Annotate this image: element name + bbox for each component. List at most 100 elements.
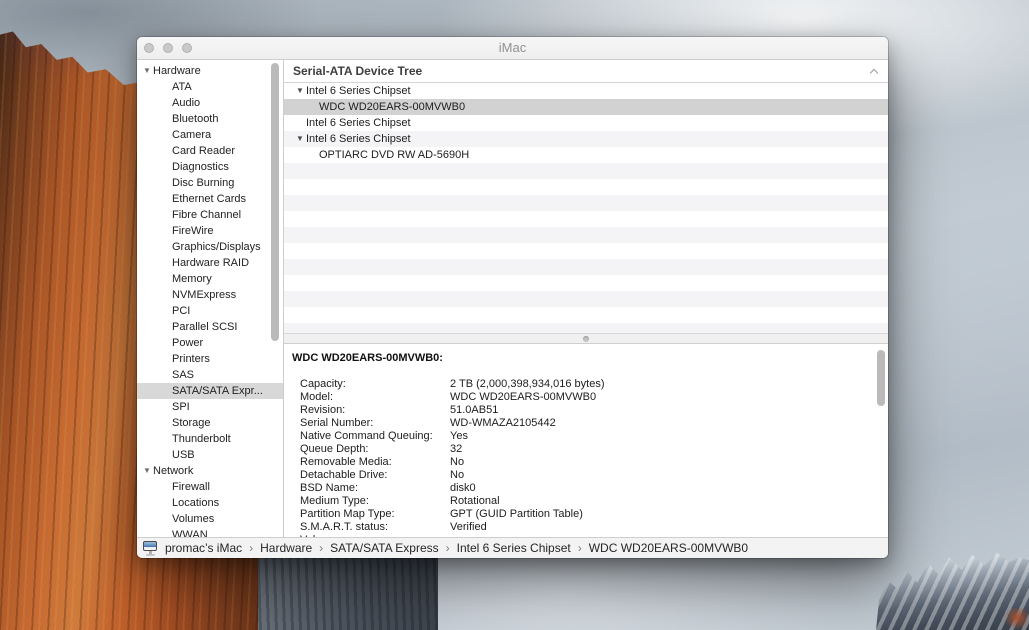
detail-row-value: Verified — [450, 521, 880, 534]
detail-row-value: GPT (GUID Partition Table) — [450, 508, 880, 521]
detail-row: Detachable Drive: No — [292, 469, 880, 482]
device-tree-row[interactable]: ▼ WDC WD20EARS-00MVWB0 — [284, 99, 888, 115]
device-tree-row[interactable]: ▼ Intel 6 Series Chipset — [284, 83, 888, 99]
sidebar-item[interactable]: ▼ Power — [137, 335, 283, 351]
disclosure-triangle-icon[interactable]: ▼ — [296, 83, 306, 99]
sidebar-item-label: Thunderbolt — [172, 433, 231, 445]
disclosure-triangle-icon[interactable]: ▼ — [143, 463, 153, 479]
breadcrumb-item[interactable]: › promac’s iMac — [165, 541, 242, 555]
sidebar-item[interactable]: ▼ Thunderbolt — [137, 431, 283, 447]
sidebar-item[interactable]: ▼ Memory — [137, 271, 283, 287]
panel-splitter[interactable] — [284, 333, 888, 344]
sidebar-item[interactable]: ▼ Network — [137, 463, 283, 479]
chevron-up-icon[interactable] — [870, 67, 879, 76]
sidebar-item-label: USB — [172, 449, 195, 461]
sidebar-item-label: Power — [172, 337, 203, 349]
sidebar-item[interactable]: ▼ Printers — [137, 351, 283, 367]
breadcrumb-item-label: promac’s iMac — [165, 541, 242, 555]
detail-row-label: Partition Map Type: — [300, 508, 450, 521]
sidebar-item-label: Network — [153, 465, 193, 477]
sidebar-item[interactable]: ▼ Disc Burning — [137, 175, 283, 191]
detail-row: Serial Number: WD-WMAZA2105442 — [292, 417, 880, 430]
sidebar-item[interactable]: ▼ Diagnostics — [137, 159, 283, 175]
detail-row: Capacity: 2 TB (2,000,398,934,016 bytes) — [292, 378, 880, 391]
sidebar-item[interactable]: ▼ SAS — [137, 367, 283, 383]
breadcrumb-items: › promac’s iMac › Hardware › SATA/SATA E… — [165, 541, 748, 555]
sidebar-item[interactable]: ▼ ATA — [137, 79, 283, 95]
sidebar-item[interactable]: ▼ Volumes — [137, 511, 283, 527]
sidebar-item-label: Fibre Channel — [172, 209, 241, 221]
device-tree-row[interactable]: ▼ OPTIARC DVD RW AD-5690H — [284, 147, 888, 163]
detail-row-label: Medium Type: — [300, 495, 450, 508]
device-tree-row[interactable]: ▼ Intel 6 Series Chipset — [284, 131, 888, 147]
breadcrumb-item-label: Hardware — [260, 541, 312, 555]
sidebar-item-label: PCI — [172, 305, 190, 317]
sidebar-item-label: Diagnostics — [172, 161, 229, 173]
detail-row-value: WD-WMAZA2105442 — [450, 417, 880, 430]
detail-row: Revision: 51.0AB51 — [292, 404, 880, 417]
sidebar-item[interactable]: ▼ Fibre Channel — [137, 207, 283, 223]
sidebar-item[interactable]: ▼ Storage — [137, 415, 283, 431]
desktop-wallpaper: iMac ▼ Hardware ▼ ATA ▼ Audio ▼ — [0, 0, 1029, 630]
titlebar[interactable]: iMac — [137, 37, 888, 60]
breadcrumb-item[interactable]: › Intel 6 Series Chipset — [439, 541, 571, 555]
detail-row-value: Rotational — [450, 495, 880, 508]
sidebar-item[interactable]: ▼ Bluetooth — [137, 111, 283, 127]
sidebar-item[interactable]: ▼ Firewall — [137, 479, 283, 495]
breadcrumb-item[interactable]: › SATA/SATA Express — [312, 541, 438, 555]
sidebar-item-label: Hardware — [153, 65, 201, 77]
sidebar-item-label: Memory — [172, 273, 212, 285]
detail-row-value: 51.0AB51 — [450, 404, 880, 417]
imac-icon — [143, 541, 159, 556]
sidebar-item-label: Ethernet Cards — [172, 193, 246, 205]
sidebar-item[interactable]: ▼ Audio — [137, 95, 283, 111]
sidebar-item[interactable]: ▼ Card Reader — [137, 143, 283, 159]
sidebar-item[interactable]: ▼ Parallel SCSI — [137, 319, 283, 335]
sidebar-item[interactable]: ▼ Graphics/Displays — [137, 239, 283, 255]
detail-row-value: 2 TB (2,000,398,934,016 bytes) — [450, 378, 880, 391]
detail-row: BSD Name: disk0 — [292, 482, 880, 495]
detail-row: Removable Media: No — [292, 456, 880, 469]
sidebar-item[interactable]: ▼ SPI — [137, 399, 283, 415]
detail-row-label: Serial Number: — [300, 417, 450, 430]
detail-rows: Capacity: 2 TB (2,000,398,934,016 bytes)… — [292, 378, 880, 538]
sidebar-item[interactable]: ▼ Hardware — [137, 63, 283, 79]
detail-row: S.M.A.R.T. status: Verified — [292, 521, 880, 534]
sidebar-item[interactable]: ▼ Ethernet Cards — [137, 191, 283, 207]
sidebar-item-label: NVMExpress — [172, 289, 236, 301]
device-tree-row-label: OPTIARC DVD RW AD-5690H — [319, 149, 469, 161]
detail-row-value: 32 — [450, 443, 880, 456]
disclosure-triangle-icon[interactable]: ▼ — [296, 131, 306, 147]
sidebar-item-label: Firewall — [172, 481, 210, 493]
device-tree-header-label: Serial-ATA Device Tree — [293, 64, 422, 78]
window-body: ▼ Hardware ▼ ATA ▼ Audio ▼ Bluetooth ▼ C… — [137, 60, 888, 538]
sidebar-item[interactable]: ▼ NVMExpress — [137, 287, 283, 303]
breadcrumb-item[interactable]: › WDC WD20EARS-00MVWB0 — [571, 541, 748, 555]
window-title: iMac — [137, 37, 888, 59]
sidebar-item[interactable]: ▼ USB — [137, 447, 283, 463]
detail-row: Partition Map Type: GPT (GUID Partition … — [292, 508, 880, 521]
device-tree-row-label: Intel 6 Series Chipset — [306, 133, 411, 145]
sidebar-item-label: Card Reader — [172, 145, 235, 157]
detail-row-label: Capacity: — [300, 378, 450, 391]
sidebar-item-label: Disc Burning — [172, 177, 234, 189]
device-tree-row[interactable]: ▼ Intel 6 Series Chipset — [284, 115, 888, 131]
disclosure-triangle-icon[interactable]: ▼ — [143, 63, 153, 79]
sidebar-category-tree: ▼ Hardware ▼ ATA ▼ Audio ▼ Bluetooth ▼ C… — [137, 60, 284, 538]
breadcrumb-item-label: SATA/SATA Express — [330, 541, 438, 555]
detail-row-label: Model: — [300, 391, 450, 404]
detail-row-label: BSD Name: — [300, 482, 450, 495]
detail-row-value: WDC WD20EARS-00MVWB0 — [450, 391, 880, 404]
breadcrumb-item[interactable]: › Hardware — [242, 541, 312, 555]
sidebar-item[interactable]: ▼ SATA/SATA Expr... — [137, 383, 283, 399]
detail-scrollbar-thumb[interactable] — [877, 350, 885, 406]
breadcrumb-item-label: WDC WD20EARS-00MVWB0 — [589, 541, 748, 555]
sidebar-item[interactable]: ▼ Camera — [137, 127, 283, 143]
sidebar-scrollbar-thumb[interactable] — [271, 63, 279, 341]
sidebar-item[interactable]: ▼ PCI — [137, 303, 283, 319]
sidebar-item[interactable]: ▼ Hardware RAID — [137, 255, 283, 271]
detail-row-value: No — [450, 456, 880, 469]
detail-row-label: Removable Media: — [300, 456, 450, 469]
sidebar-item[interactable]: ▼ FireWire — [137, 223, 283, 239]
sidebar-item[interactable]: ▼ Locations — [137, 495, 283, 511]
